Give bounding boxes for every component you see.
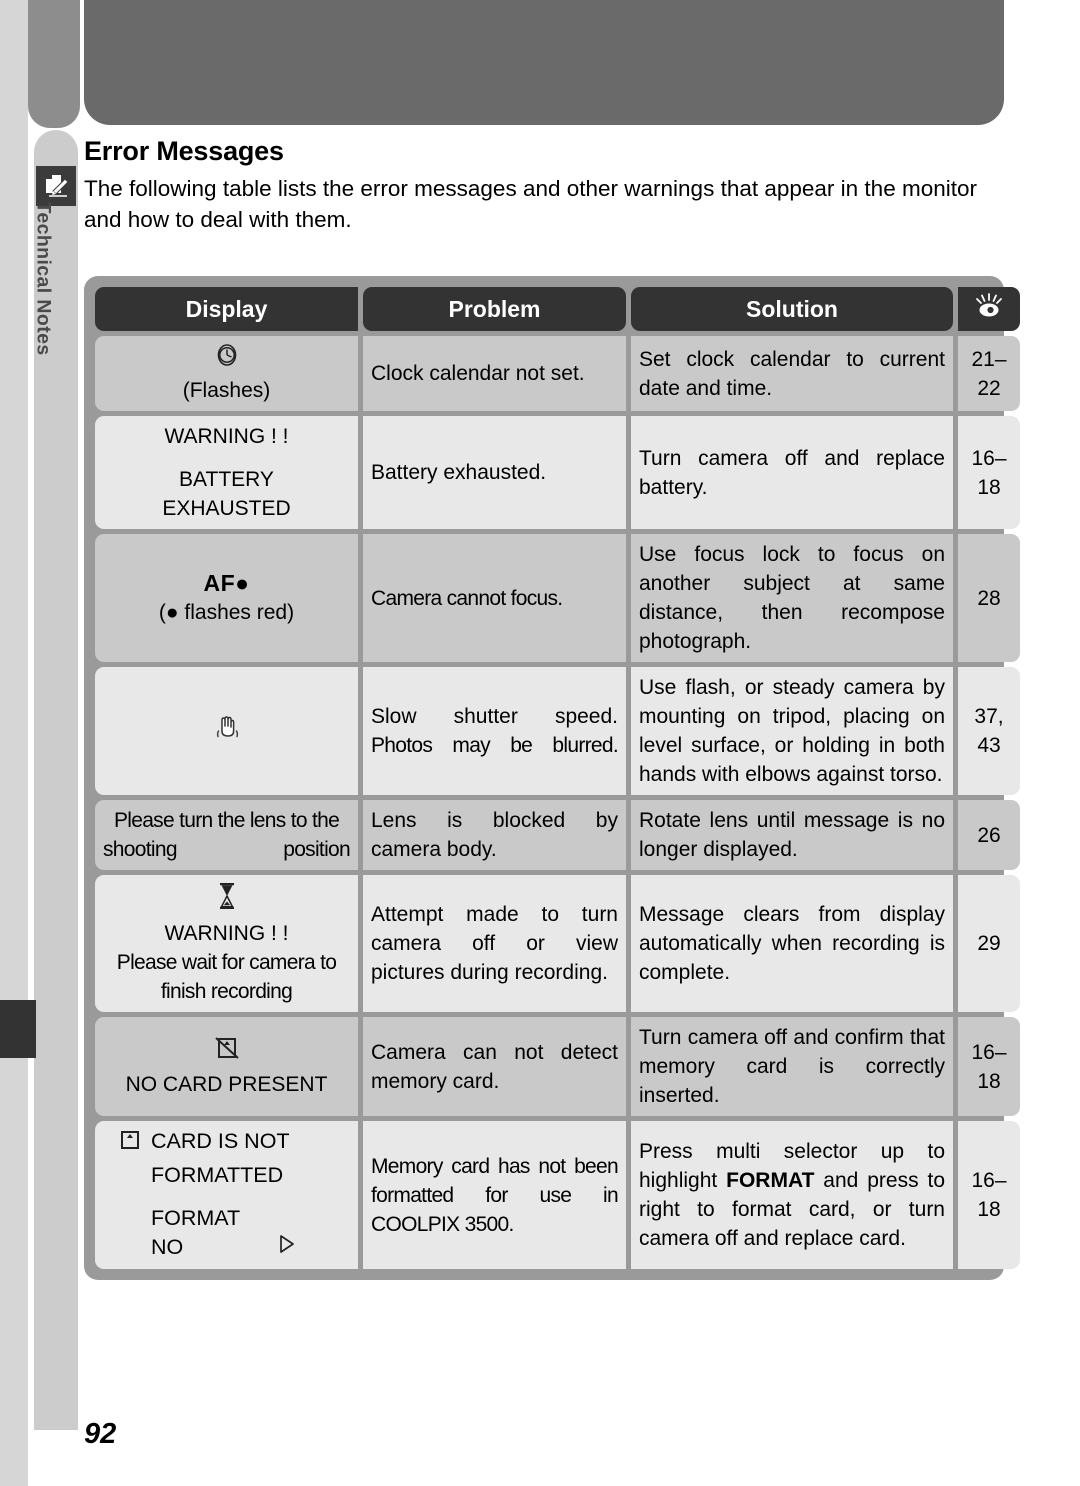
content-area: Error Messages The following table lists… — [84, 136, 1014, 235]
display-format-block: CARD IS NOT FORMATTED FORMAT NO — [103, 1127, 350, 1263]
cell-solution: Use flash, or steady camera by mounting … — [631, 667, 953, 795]
table-row: CARD IS NOT FORMATTED FORMAT NO Memory c… — [95, 1121, 1020, 1270]
cell-problem: Clock calendar not set. — [363, 336, 626, 411]
display-line: WARNING ! ! — [164, 425, 289, 448]
cell-solution: Set clock calendar to current date and t… — [631, 336, 953, 411]
hourglass-icon — [103, 881, 350, 919]
display-line: WARNING ! ! — [164, 922, 289, 945]
display-spacer — [103, 451, 350, 465]
cell-problem: Camera can not detect memory card. — [363, 1017, 626, 1116]
cell-page-ref: 26 — [958, 800, 1020, 870]
display-spacer — [117, 1190, 350, 1204]
cell-display: WARNING ! ! BATTERY EXHAUSTED — [95, 416, 358, 529]
problem-line: Slow shutter speed. — [371, 705, 618, 728]
problem-line: Photos may be blurred. — [371, 734, 619, 757]
cell-page-ref: 16–18 — [958, 1121, 1020, 1270]
page-left-rail — [0, 0, 28, 1486]
right-arrow-icon — [275, 1233, 297, 1263]
cell-display: (Flashes) — [95, 336, 358, 411]
cell-problem: Camera cannot focus. — [363, 534, 626, 662]
side-tab-marker — [0, 1000, 36, 1058]
cell-display: CARD IS NOT FORMATTED FORMAT NO — [95, 1121, 358, 1270]
table-row: NO CARD PRESENT Camera can not detect me… — [95, 1017, 1020, 1116]
display-line: (● flashes red) — [158, 601, 295, 624]
display-line: Please wait for camera to finish recordi… — [116, 951, 337, 1003]
cell-display — [95, 667, 358, 795]
page-ref-line: 37, — [974, 705, 1004, 728]
display-line: FORMAT — [151, 1206, 241, 1230]
table-row: (Flashes) Clock calendar not set. Set cl… — [95, 336, 1020, 411]
cell-page-ref: 16–18 — [958, 1017, 1020, 1116]
cell-display: Please turn the lens to the shooting pos… — [95, 800, 358, 870]
cell-solution: Use focus lock to focus on another subje… — [631, 534, 953, 662]
cell-problem: Attempt made to turn camera off or view … — [363, 875, 626, 1012]
display-line: NO — [151, 1235, 184, 1259]
column-header-display: Display — [95, 287, 358, 331]
cell-problem: Battery exhausted. — [363, 416, 626, 529]
cell-solution: Rotate lens until message is no longer d… — [631, 800, 953, 870]
camera-shake-hand-icon — [103, 712, 350, 750]
cell-page-ref: 37, 43 — [958, 667, 1020, 795]
header-left-block — [28, 0, 80, 128]
cell-page-ref: 29 — [958, 875, 1020, 1012]
no-memory-card-icon — [103, 1034, 350, 1070]
table-row: Please turn the lens to the shooting pos… — [95, 800, 1020, 870]
error-messages-table: Display Problem Solution (Flashes) Clock… — [84, 276, 1020, 1281]
column-header-problem: Problem — [363, 287, 626, 331]
cell-solution: Press multi selector up to highlight FOR… — [631, 1121, 953, 1270]
cell-solution: Turn camera off and confirm that memory … — [631, 1017, 953, 1116]
page-title: Error Messages — [84, 136, 284, 166]
cell-page-ref: 21–22 — [958, 336, 1020, 411]
side-tab-label: Technical Notes — [32, 201, 55, 356]
display-line: FORMATTED — [151, 1163, 284, 1187]
display-line: BATTERY — [179, 468, 274, 491]
table-row: Slow shutter speed. Photos may be blurre… — [95, 667, 1020, 795]
display-line: CARD IS NOT — [151, 1129, 290, 1153]
display-line-row: NO — [117, 1233, 350, 1263]
page-header-bar — [84, 0, 1004, 125]
display-line: AF● — [203, 570, 250, 596]
page-number: 92 — [84, 1418, 117, 1450]
cell-display: AF● (● flashes red) — [95, 534, 358, 662]
cell-display: NO CARD PRESENT — [95, 1017, 358, 1116]
cell-page-ref: 16–18 — [958, 416, 1020, 529]
cell-problem: Memory card has not been formatted for u… — [363, 1121, 626, 1270]
notes-pencil-icon — [36, 166, 76, 206]
table-row: AF● (● flashes red) Camera cannot focus.… — [95, 534, 1020, 662]
table-row: WARNING ! ! BATTERY EXHAUSTED Battery ex… — [95, 416, 1020, 529]
display-line: NO CARD PRESENT — [125, 1073, 328, 1096]
table-row: WARNING ! ! Please wait for camera to fi… — [95, 875, 1020, 1012]
cell-problem: Slow shutter speed. Photos may be blurre… — [363, 667, 626, 795]
eye-reference-icon — [958, 287, 1020, 331]
cell-display: WARNING ! ! Please wait for camera to fi… — [95, 875, 358, 1012]
clock-icon — [103, 342, 350, 376]
table-header-row: Display Problem Solution — [95, 287, 1020, 331]
memory-card-icon — [117, 1127, 143, 1161]
solution-emphasis: FORMAT — [726, 1169, 815, 1193]
cell-solution: Message clears from display automaticall… — [631, 875, 953, 1012]
column-header-solution: Solution — [631, 287, 953, 331]
display-line: EXHAUSTED — [162, 497, 291, 520]
section-intro: The following table lists the error mess… — [84, 176, 977, 232]
cell-solution: Turn camera off and replace battery. — [631, 416, 953, 529]
page-ref-line: 43 — [977, 734, 1001, 757]
cell-problem: Lens is blocked by camera body. — [363, 800, 626, 870]
display-head-row: CARD IS NOT — [117, 1127, 350, 1161]
display-line: (Flashes) — [182, 379, 271, 402]
cell-page-ref: 28 — [958, 534, 1020, 662]
